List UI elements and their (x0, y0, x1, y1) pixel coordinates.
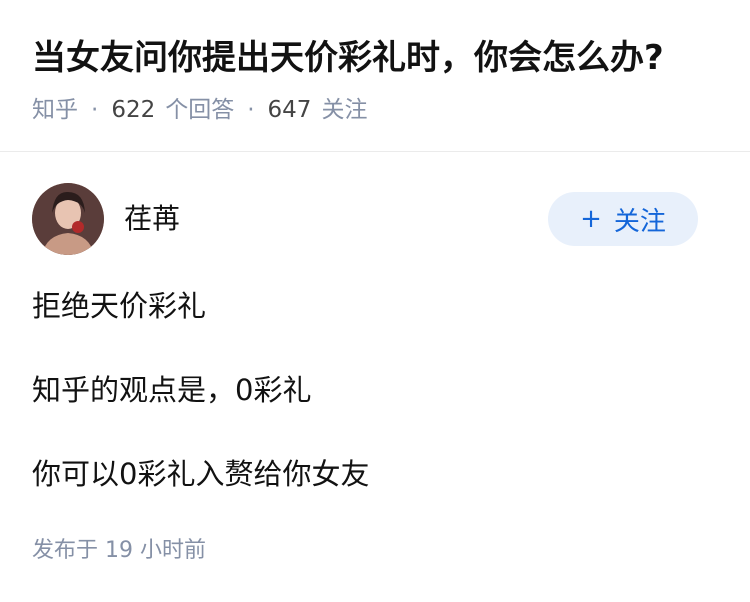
avatar-photo-icon (32, 183, 104, 255)
answer-count: 622 (111, 97, 156, 123)
follow-button[interactable]: + 关注 (548, 192, 698, 246)
separator-dot: · (247, 97, 255, 123)
answer-paragraph: 拒绝天价彩礼 (32, 289, 207, 323)
follow-button-label: 关注 (613, 206, 666, 237)
separator-dot: · (91, 97, 99, 123)
question-title[interactable]: 当女友问你提出天价彩礼时，你会怎么办? (32, 34, 722, 82)
publish-time: 发布于 19 小时前 (32, 538, 206, 563)
answer-page: 当女友问你提出天价彩礼时，你会怎么办? 知乎 · 622 个回答 · 647 关… (0, 0, 750, 602)
source-label[interactable]: 知乎 (32, 94, 78, 126)
question-meta: 知乎 · 622 个回答 · 647 关注 (32, 94, 367, 126)
follow-count: 647 (267, 97, 312, 123)
author-name[interactable]: 荏苒 (124, 200, 180, 238)
plus-icon: + (580, 204, 602, 234)
answer-paragraph: 知乎的观点是，0彩礼 (32, 373, 312, 407)
divider (0, 151, 750, 152)
answer-paragraph: 你可以0彩礼入赘给你女友 (32, 457, 370, 491)
follow-count-label: 关注 (321, 97, 368, 123)
answer-count-label: 个回答 (165, 97, 235, 123)
avatar[interactable] (32, 183, 104, 255)
